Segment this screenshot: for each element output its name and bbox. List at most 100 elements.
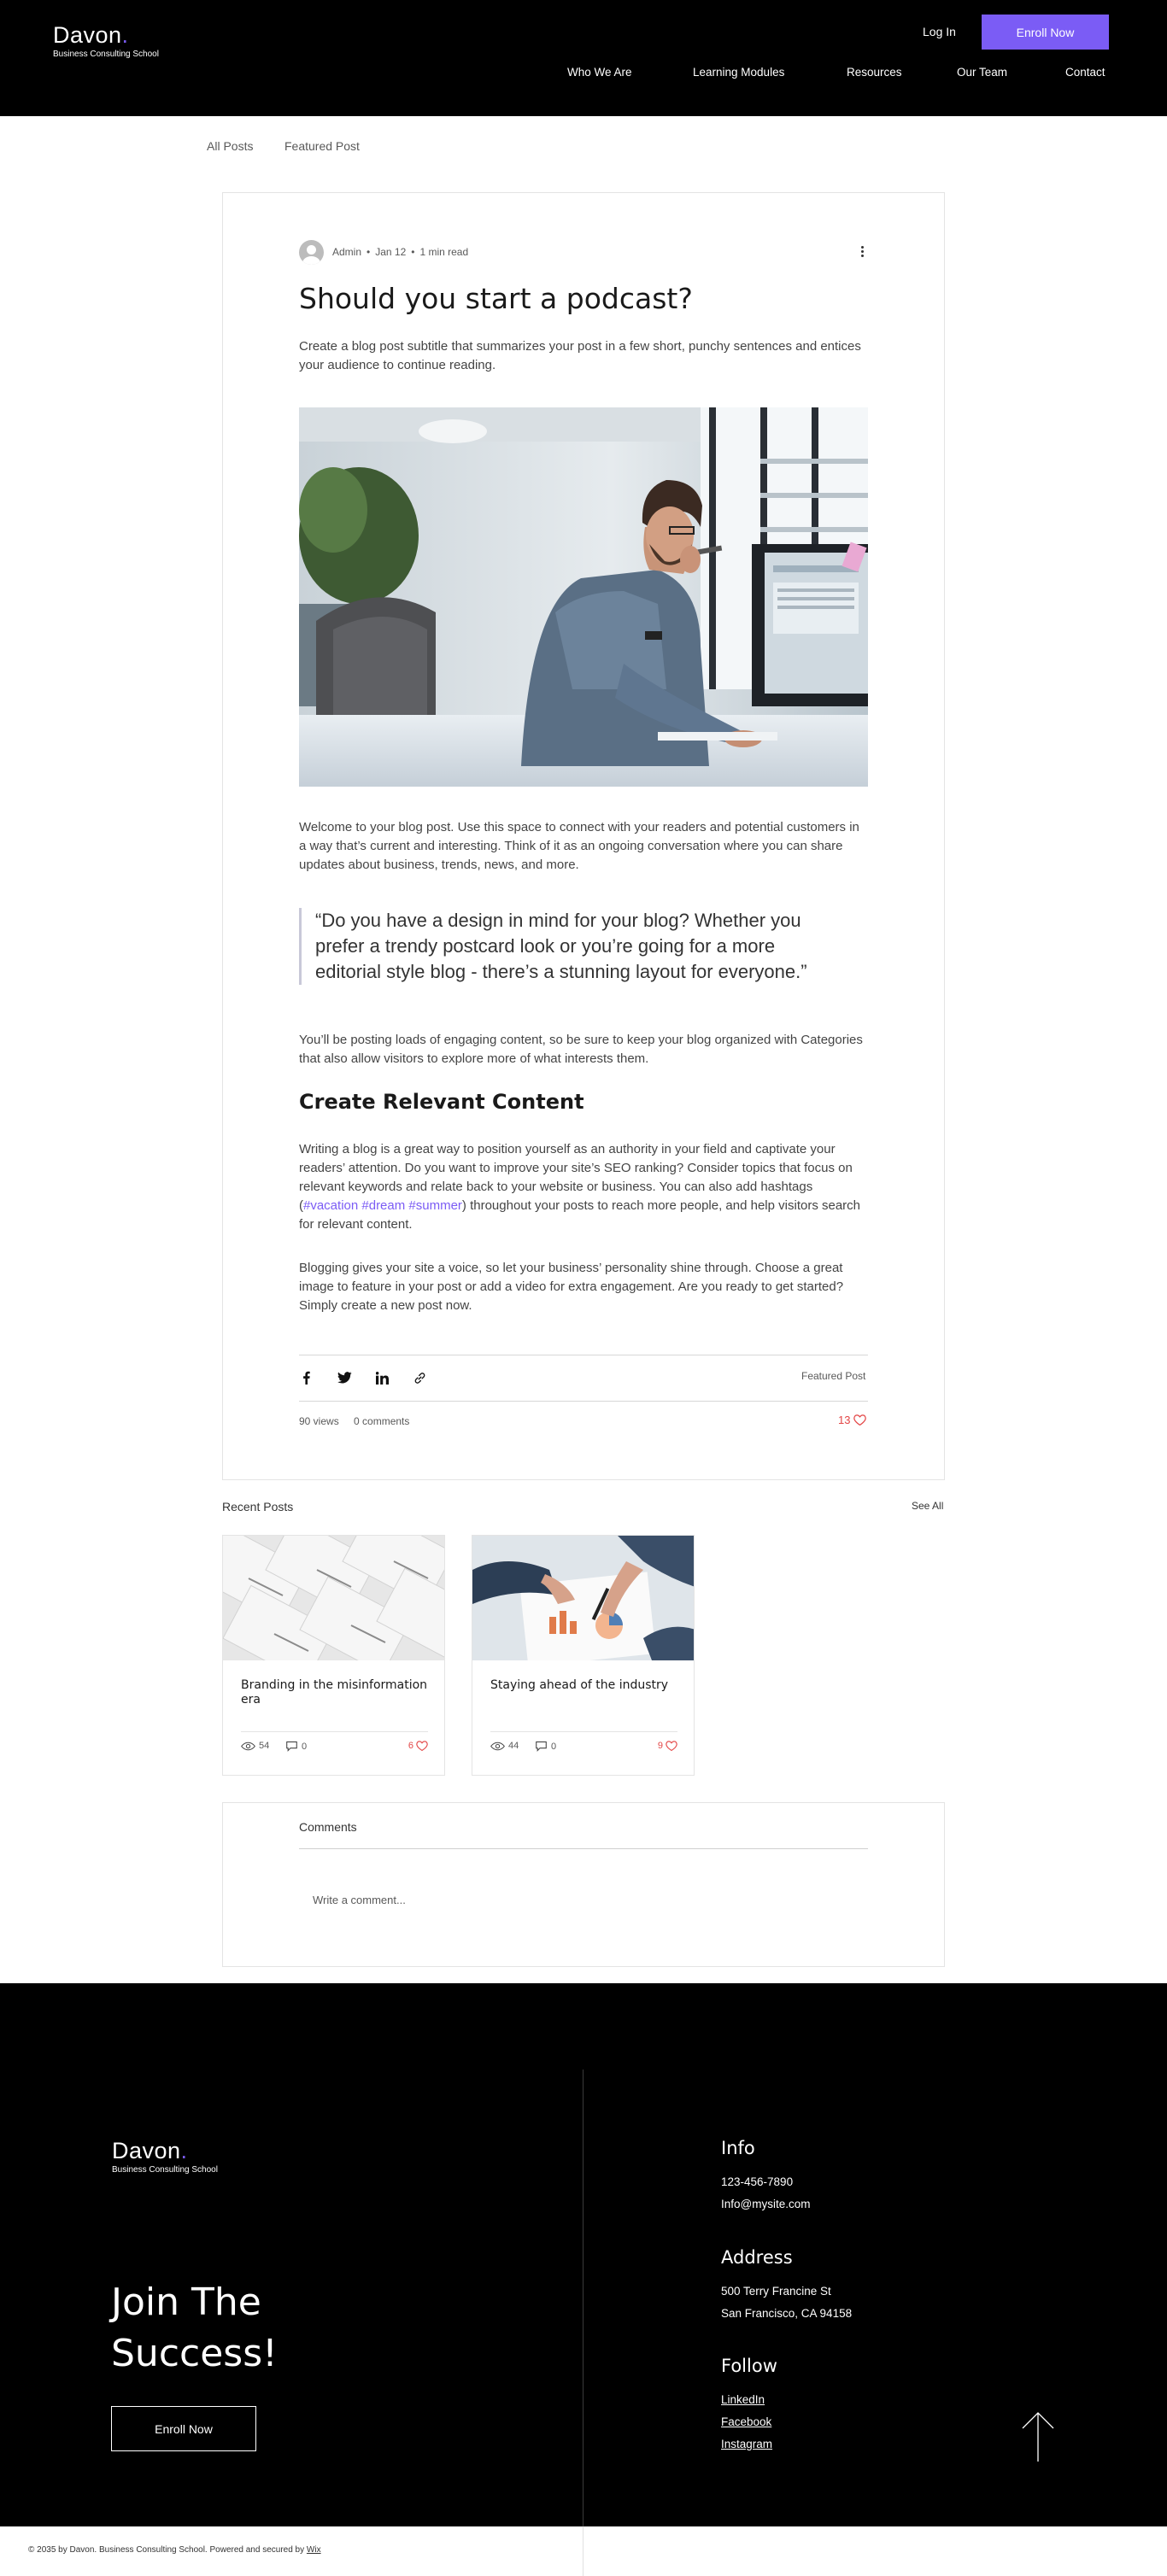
see-all-link[interactable]: See All <box>912 1500 943 1512</box>
wix-link[interactable]: Wix <box>307 2545 321 2555</box>
post-paragraph-1: Welcome to your blog post. Use this spac… <box>299 820 859 872</box>
post-subtitle: Create a blog post subtitle that summari… <box>299 339 861 372</box>
meta-separator: • <box>367 246 371 258</box>
site-logo[interactable]: Davon. Business Consulting School <box>53 22 159 59</box>
like-button[interactable]: 6 <box>408 1741 428 1751</box>
enroll-now-button[interactable]: Enroll Now <box>982 15 1109 50</box>
like-button[interactable]: 9 <box>658 1741 677 1751</box>
main-nav: Who We Are Learning Modules Resources Ou… <box>0 66 1167 83</box>
twitter-icon[interactable] <box>337 1370 352 1385</box>
comments-title: Comments <box>299 1820 357 1834</box>
comments-count: 0 <box>302 1741 308 1752</box>
recent-post-image <box>223 1536 444 1660</box>
post-hero-image <box>299 407 868 787</box>
heart-icon <box>853 1414 867 1426</box>
post-date: Jan 12 <box>375 246 407 258</box>
post-paragraph-3: Writing a blog is a great way to positio… <box>299 1140 868 1234</box>
recent-post-divider <box>490 1731 677 1732</box>
copyright: © 2035 by Davon. Business Consulting Sch… <box>28 2545 307 2555</box>
share-bar <box>299 1369 427 1386</box>
post-paragraph-2: You’ll be posting loads of engaging cont… <box>299 1033 863 1066</box>
tab-featured-post[interactable]: Featured Post <box>284 139 360 153</box>
recent-post-stats: 44 0 9 <box>490 1741 677 1754</box>
logo-subtitle: Business Consulting School <box>112 2165 218 2175</box>
post-title: Should you start a podcast? <box>299 282 693 315</box>
footer-logo[interactable]: Davon. Business Consulting School <box>112 2138 218 2175</box>
footer-bottom-divider <box>583 2526 584 2576</box>
nav-item-resources[interactable]: Resources <box>847 66 902 79</box>
man-at-desk-image <box>299 407 868 787</box>
likes-count: 13 <box>838 1414 851 1426</box>
nav-item-contact[interactable]: Contact <box>1065 66 1105 79</box>
login-link[interactable]: Log In <box>923 25 956 38</box>
post-quote: “Do you have a design in mind for your b… <box>299 908 846 985</box>
nav-item-our-team[interactable]: Our Team <box>957 66 1007 79</box>
read-time: 1 min read <box>419 246 469 258</box>
eye-icon <box>490 1742 505 1750</box>
post-meta: Admin • Jan 12 • 1 min read <box>299 239 468 265</box>
footer-divider <box>583 2070 584 2576</box>
join-line-2: Success! <box>111 2332 278 2375</box>
views-count: 90 views <box>299 1415 339 1427</box>
logo-name: Davon <box>112 2138 181 2163</box>
logo-subtitle: Business Consulting School <box>53 50 159 59</box>
hashtag-links[interactable]: #vacation #dream #summer <box>303 1198 462 1213</box>
eye-icon <box>241 1742 255 1750</box>
likes-count: 9 <box>657 1741 663 1751</box>
nav-item-learning-modules[interactable]: Learning Modules <box>693 66 784 79</box>
phone-number: 123-456-7890 <box>721 2175 794 2188</box>
logo-dot: . <box>121 22 129 48</box>
comments-count[interactable]: 0 comments <box>354 1415 409 1427</box>
site-header: Davon. Business Consulting School Log In… <box>0 0 1167 116</box>
recent-post-title[interactable]: Branding in the misinformation era <box>241 1678 429 1707</box>
join-line-1: Join The <box>111 2280 261 2324</box>
share-divider-bottom <box>299 1401 868 1402</box>
nav-item-who-we-are[interactable]: Who We Are <box>567 66 632 79</box>
recent-post-stats: 54 0 6 <box>241 1741 428 1754</box>
copyright-text: © 2035 by Davon. Business Consulting Sch… <box>28 2545 321 2555</box>
linkedin-link[interactable]: LinkedIn <box>721 2393 765 2406</box>
logo-dot: . <box>180 2138 188 2163</box>
footer-enroll-button[interactable]: Enroll Now <box>111 2406 256 2451</box>
heart-icon <box>416 1741 428 1751</box>
address-line-2: San Francisco, CA 94158 <box>721 2307 853 2320</box>
category-link[interactable]: Featured Post <box>801 1370 865 1382</box>
author-avatar[interactable] <box>299 239 324 265</box>
like-button[interactable]: 13 <box>838 1414 867 1426</box>
address-line-1: 500 Terry Francine St <box>721 2285 831 2298</box>
post-paragraph-4: Blogging gives your site a voice, so let… <box>299 1261 844 1313</box>
tab-all-posts[interactable]: All Posts <box>207 139 253 153</box>
recent-post-title[interactable]: Staying ahead of the industry <box>490 1678 678 1693</box>
views-count: 54 <box>259 1741 270 1751</box>
join-heading: Join The Success! <box>111 2277 278 2380</box>
likes-count: 6 <box>408 1741 413 1751</box>
recent-post-card[interactable]: Branding in the misinformation era 54 0 … <box>222 1535 445 1776</box>
heart-icon <box>666 1741 677 1751</box>
recent-posts-title: Recent Posts <box>222 1500 294 1513</box>
instagram-link[interactable]: Instagram <box>721 2438 772 2450</box>
follow-heading: Follow <box>721 2356 777 2376</box>
comment-icon <box>286 1741 297 1752</box>
recent-post-card[interactable]: Staying ahead of the industry 44 0 9 <box>472 1535 695 1776</box>
comment-input[interactable]: Write a comment... <box>299 1888 868 1913</box>
section-heading: Create Relevant Content <box>299 1090 584 1114</box>
footer-bottom-bar: © 2035 by Davon. Business Consulting Sch… <box>0 2526 1167 2576</box>
more-options-icon[interactable] <box>857 244 867 260</box>
logo-name: Davon <box>53 22 122 48</box>
views-count: 44 <box>508 1741 519 1751</box>
info-heading: Info <box>721 2138 755 2158</box>
post-stats: 90 views 0 comments <box>299 1415 421 1427</box>
comment-icon <box>536 1741 547 1752</box>
back-to-top-arrow-icon[interactable] <box>1019 2411 1057 2462</box>
email-address[interactable]: Info@mysite.com <box>721 2198 810 2210</box>
meta-separator: • <box>411 246 415 258</box>
linkedin-icon[interactable] <box>374 1370 390 1385</box>
recent-post-divider <box>241 1731 428 1732</box>
facebook-icon[interactable] <box>299 1370 314 1385</box>
link-icon[interactable] <box>412 1370 427 1385</box>
comments-count: 0 <box>551 1741 557 1752</box>
recent-post-image <box>472 1536 694 1660</box>
site-footer: Davon. Business Consulting School Join T… <box>0 1983 1167 2576</box>
author-name[interactable]: Admin <box>332 246 361 258</box>
facebook-link[interactable]: Facebook <box>721 2415 771 2428</box>
